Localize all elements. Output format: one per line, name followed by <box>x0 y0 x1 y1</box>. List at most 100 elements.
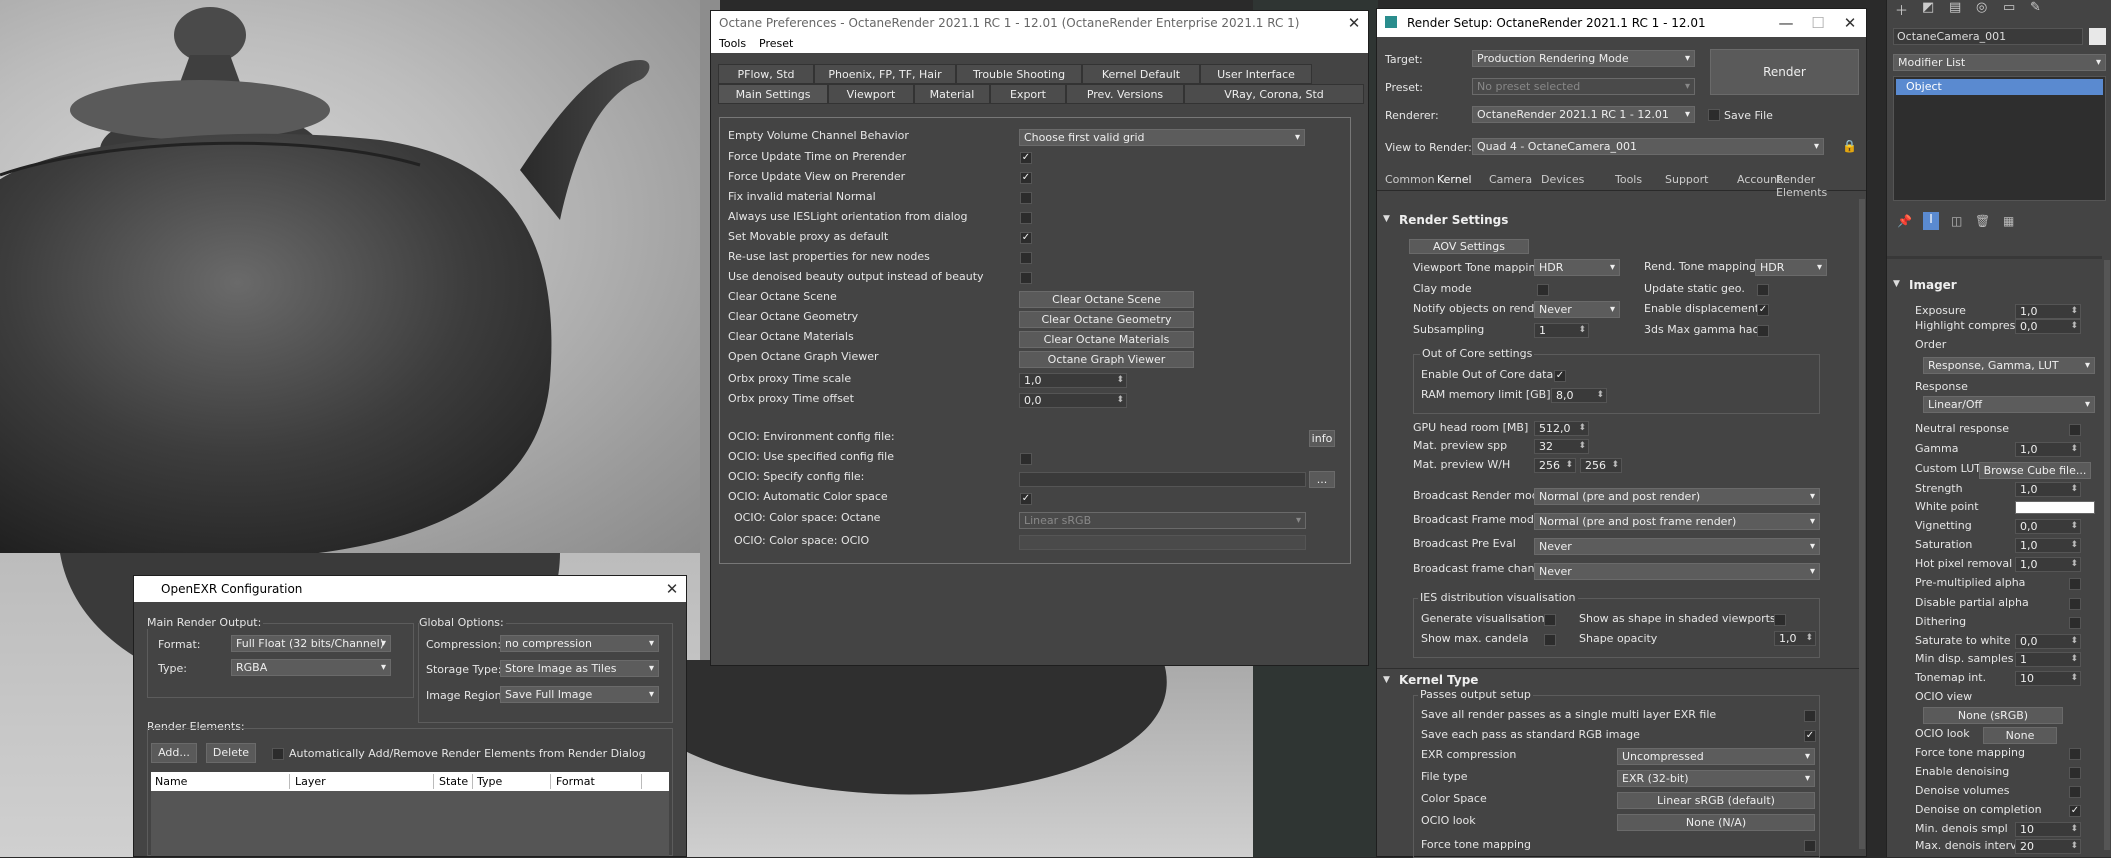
clay-mode-checkbox[interactable] <box>1537 284 1549 296</box>
time-scale-spinner[interactable]: 1,0 <box>1019 373 1127 388</box>
tab-tools[interactable]: Tools <box>1615 173 1642 186</box>
type-dropdown[interactable]: RGBA <box>231 659 391 676</box>
imager-button[interactable]: None (sRGB) <box>1923 707 2063 724</box>
collapse-icon[interactable]: ▼ <box>1893 279 1900 289</box>
white-point-swatch[interactable] <box>2015 501 2095 514</box>
tab-viewport[interactable]: Viewport <box>828 84 914 104</box>
tab-camera[interactable]: Camera <box>1489 173 1532 186</box>
movable-proxy-checkbox[interactable]: ✓ <box>1020 232 1032 244</box>
imager-spinner[interactable]: 1,0 <box>2015 442 2081 457</box>
clear-octane-scene-button[interactable]: Clear Octane Scene <box>1019 291 1194 308</box>
close-icon[interactable]: ✕ <box>662 579 682 599</box>
imager-spinner[interactable]: 0,0 <box>2015 319 2081 334</box>
imager-spinner[interactable]: 20 <box>2015 839 2081 854</box>
multi-exr-checkbox[interactable] <box>1804 710 1816 722</box>
imager-checkbox[interactable] <box>2069 578 2081 590</box>
ies-orientation-checkbox[interactable] <box>1020 212 1032 224</box>
format-dropdown[interactable]: Full Float (32 bits/Channel) <box>231 635 391 652</box>
modifier-list-dropdown[interactable]: Modifier List <box>1893 54 2106 71</box>
utilities-icon[interactable]: ✎ <box>2030 0 2041 15</box>
modify-icon[interactable]: ◩ <box>1922 0 1934 15</box>
remove-modifier-icon[interactable]: 🗑 <box>1975 214 1990 228</box>
force-update-view-checkbox[interactable]: ✓ <box>1020 172 1032 184</box>
add-element-button[interactable]: Add... <box>151 743 197 763</box>
tab-render-elements-label[interactable]: Render Elements <box>1776 173 1866 199</box>
clear-octane-materials-button[interactable]: Clear Octane Materials <box>1019 331 1194 348</box>
column-format[interactable]: Format <box>556 775 595 788</box>
lock-icon[interactable]: 🔒 <box>1842 139 1857 153</box>
render-setup-scroll[interactable] <box>1859 199 1865 849</box>
stack-item-object[interactable]: Object <box>1896 79 2103 95</box>
ooc-enable-checkbox[interactable]: ✓ <box>1554 370 1566 382</box>
tab-support[interactable]: Support <box>1665 173 1708 186</box>
auto-add-remove-checkbox[interactable] <box>272 748 284 760</box>
imager-spinner[interactable]: 0,0 <box>2015 634 2081 649</box>
imager-checkbox[interactable] <box>2069 424 2081 436</box>
imager-spinner[interactable]: 1 <box>2015 652 2081 667</box>
collapse-icon[interactable]: ▼ <box>1383 214 1390 224</box>
mat-spp-spinner[interactable]: 32 <box>1534 439 1589 454</box>
shape-checkbox[interactable] <box>1774 614 1786 626</box>
compression-dropdown[interactable]: no compression <box>500 635 659 652</box>
imager-checkbox[interactable] <box>2069 748 2081 760</box>
column-layer[interactable]: Layer <box>295 775 326 788</box>
imager-spinner[interactable]: 0,0 <box>2015 519 2081 534</box>
tab-vray-corona-std[interactable]: VRay, Corona, Std <box>1184 84 1364 104</box>
fix-normal-checkbox[interactable] <box>1020 192 1032 204</box>
minimize-icon[interactable]: — <box>1776 13 1796 33</box>
collapse-icon[interactable]: ▼ <box>1383 675 1390 685</box>
motion-icon[interactable]: ◎ <box>1976 0 1987 15</box>
notify-dropdown[interactable]: Never <box>1534 301 1620 318</box>
hierarchy-icon[interactable]: ▤ <box>1949 0 1961 15</box>
viewport-bottom-mid[interactable] <box>683 660 1253 857</box>
gen-vis-checkbox[interactable] <box>1544 614 1556 626</box>
ocio-use-checkbox[interactable] <box>1020 453 1032 465</box>
file-type-dropdown[interactable]: EXR (32-bit) <box>1617 770 1815 787</box>
clear-octane-geometry-button[interactable]: Clear Octane Geometry <box>1019 311 1194 328</box>
denoised-beauty-checkbox[interactable] <box>1020 272 1032 284</box>
color-space-button[interactable]: Linear sRGB (default) <box>1617 792 1815 809</box>
menu-preset[interactable]: Preset <box>759 37 793 50</box>
object-color-swatch[interactable] <box>2089 28 2106 45</box>
panel-scroll[interactable] <box>2104 260 2110 850</box>
pin-icon[interactable]: 📌 <box>1897 214 1912 228</box>
gpu-headroom-spinner[interactable]: 512,0 <box>1534 421 1589 436</box>
displacement-checkbox[interactable]: ✓ <box>1757 304 1769 316</box>
mat-w-spinner[interactable]: 256 <box>1534 458 1576 473</box>
tab-user-interface[interactable]: User Interface <box>1200 64 1312 84</box>
bpe-dropdown[interactable]: Never <box>1534 538 1820 555</box>
ocio-info-button[interactable]: info <box>1309 430 1335 447</box>
ocio-auto-checkbox[interactable]: ✓ <box>1020 493 1032 505</box>
imager-checkbox[interactable]: ✓ <box>2069 805 2081 817</box>
tab-devices[interactable]: Devices <box>1541 173 1584 186</box>
imager-spinner[interactable]: 1,0 <box>2015 482 2081 497</box>
time-offset-spinner[interactable]: 0,0 <box>1019 393 1127 408</box>
gamma-hack-checkbox[interactable] <box>1757 325 1769 337</box>
force-tm-checkbox[interactable] <box>1804 840 1816 852</box>
storage-dropdown[interactable]: Store Image as Tiles <box>500 660 659 677</box>
aov-settings-button[interactable]: AOV Settings <box>1409 239 1529 254</box>
ocio-browse-button[interactable]: ... <box>1309 471 1335 488</box>
close-icon[interactable]: ✕ <box>1840 13 1860 33</box>
imager-header[interactable]: Imager <box>1909 278 1957 292</box>
imager-spinner[interactable]: 10 <box>2015 822 2081 837</box>
column-state[interactable]: State <box>439 775 468 788</box>
subsampling-spinner[interactable]: 1 <box>1534 323 1589 338</box>
imager-checkbox[interactable] <box>2069 767 2081 779</box>
tab-main-settings[interactable]: Main Settings <box>718 84 828 104</box>
rend-tm-dropdown[interactable]: HDR <box>1755 259 1827 276</box>
tab-kernel[interactable]: Kernel <box>1437 173 1472 186</box>
viewport-tm-dropdown[interactable]: HDR <box>1534 259 1620 276</box>
update-static-checkbox[interactable] <box>1757 284 1769 296</box>
force-update-time-checkbox[interactable]: ✓ <box>1020 152 1032 164</box>
display-icon[interactable]: ▭ <box>2003 0 2015 15</box>
ram-limit-spinner[interactable]: 8,0 <box>1551 388 1607 403</box>
tab-material[interactable]: Material <box>914 84 990 104</box>
ocio-look-button[interactable]: None (N/A) <box>1617 814 1815 831</box>
bfm-dropdown[interactable]: Normal (pre and post frame render) <box>1534 513 1820 530</box>
imager-button[interactable]: Browse Cube file... <box>1979 462 2091 479</box>
tab-kernel-default[interactable]: Kernel Default <box>1082 64 1200 84</box>
imager-checkbox[interactable] <box>2069 598 2081 610</box>
kernel-type-header[interactable]: Kernel Type <box>1399 673 1478 687</box>
imager-button[interactable]: None <box>1983 727 2057 744</box>
